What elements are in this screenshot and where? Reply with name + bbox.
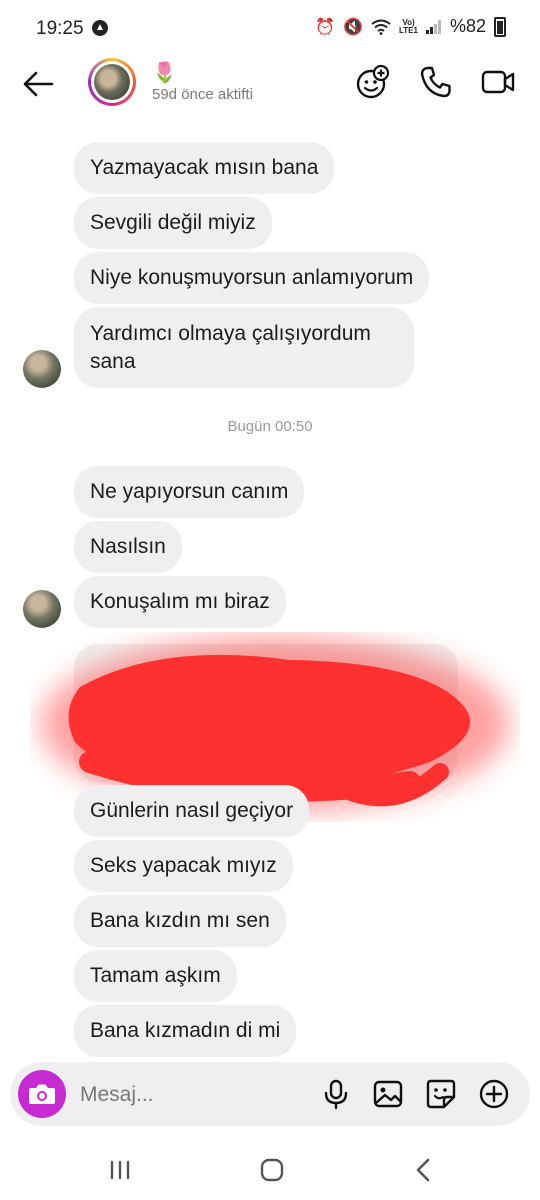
message-bubble[interactable]: Nasılsın [74, 521, 182, 573]
mute-icon: 🔇 [343, 18, 363, 36]
message-text: Konuşalım mı biraz [90, 590, 270, 613]
message-text: Yardımcı olmaya çalışıyordum sana [90, 322, 371, 373]
status-bar: 19:25 ▲ ⏰ 🔇 Vo) LTE1 %82 [0, 0, 540, 60]
back-arrow-icon[interactable] [20, 66, 56, 102]
message-text: Tamam aşkım [90, 964, 221, 987]
message-bubble[interactable]: Tamam aşkım [74, 950, 237, 1002]
message-bubble[interactable]: Ne yapıyorsun canım [74, 466, 305, 518]
battery-level: %82 [449, 16, 486, 36]
message-bubble[interactable]: Yardımcı olmaya çalışıyordum sana [74, 307, 414, 388]
message-bubble[interactable]: Niye konuşmuyorsun anlamıyorum [74, 252, 430, 304]
signal-icon [425, 19, 441, 34]
system-nav-bar [0, 1140, 540, 1200]
gallery-image-icon[interactable] [372, 1078, 404, 1110]
message-bubble[interactable]: Günlerin nasıl geçiyor [74, 785, 310, 837]
camera-icon [29, 1084, 55, 1104]
message-text: Bana kızdın mı sen [90, 909, 270, 932]
contact-avatar[interactable] [88, 58, 136, 106]
message-text: Günlerin nasıl geçiyor [90, 799, 294, 822]
message-bubble[interactable]: Bana kızdın mı sen [74, 895, 286, 947]
wifi-icon [371, 19, 391, 35]
microphone-icon[interactable] [320, 1078, 352, 1110]
video-call-icon[interactable] [480, 64, 516, 100]
message-text: Nasılsın [90, 535, 166, 558]
message-text: Sevgili değil miyiz [90, 211, 256, 234]
message-bubble[interactable]: Konuşalım mı biraz [74, 576, 286, 628]
message-text: Seks yapacak mıyız [90, 854, 277, 877]
camera-button[interactable] [18, 1070, 66, 1118]
sender-avatar[interactable] [23, 590, 61, 628]
volte-icon: Vo) LTE1 [399, 17, 418, 35]
message-bubble[interactable]: Seks yapacak mıyız [74, 840, 293, 892]
chat-timestamp: Bugün 00:50 [227, 418, 313, 435]
status-icons: ⏰ 🔇 Vo) LTE1 %82 [315, 16, 506, 37]
recent-apps-icon[interactable] [104, 1154, 136, 1186]
status-time: 19:25 [36, 18, 84, 39]
message-bubble[interactable]: Bana kızmadın di mi [74, 1005, 297, 1057]
message-bubble[interactable]: Yazmayacak mısın bana [74, 142, 335, 194]
chat-header: 🌷 59d önce aktifti [0, 58, 540, 114]
add-plus-icon[interactable] [478, 1078, 510, 1110]
sender-avatar[interactable] [23, 350, 61, 388]
contact-active-status: 59d önce aktifti [152, 86, 253, 103]
message-text: Bana kızmadın di mi [90, 1019, 281, 1042]
message-text: Yazmayacak mısın bana [90, 156, 319, 179]
message-text: Ne yapıyorsun canım [90, 480, 289, 503]
phone-call-icon[interactable] [418, 64, 454, 100]
contact-name-emoji[interactable]: 🌷 [152, 60, 177, 85]
location-icon: ▲ [92, 20, 108, 36]
message-composer [10, 1062, 530, 1126]
message-bubble[interactable]: Sevgili değil miyiz [74, 197, 272, 249]
message-text: Niye konuşmuyorsun anlamıyorum [90, 266, 414, 289]
home-icon[interactable] [256, 1154, 288, 1186]
alarm-icon: ⏰ [315, 18, 336, 36]
message-input[interactable] [78, 1072, 312, 1118]
back-nav-icon[interactable] [408, 1154, 440, 1186]
sticker-icon[interactable] [425, 1078, 457, 1110]
effects-face-icon[interactable] [354, 64, 390, 100]
battery-icon [494, 16, 506, 37]
